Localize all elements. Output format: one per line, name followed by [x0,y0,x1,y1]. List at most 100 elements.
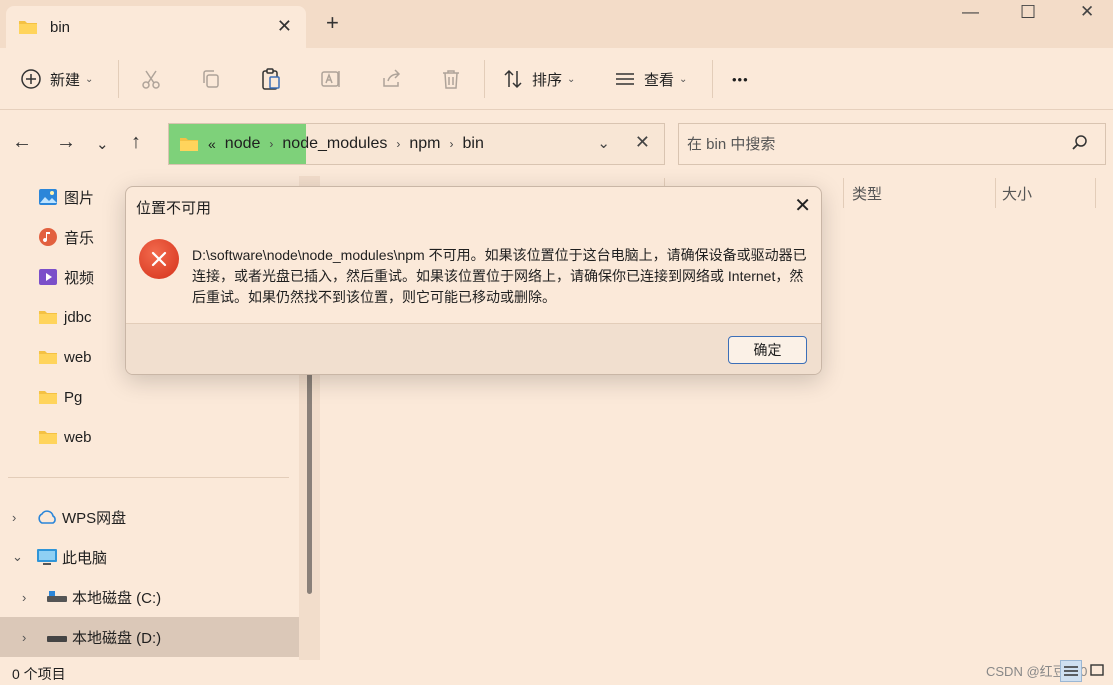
sort-label: 排序 [532,71,563,89]
sidebar-item-pg[interactable]: Pg [38,377,82,417]
sidebar-item-label: web [64,348,92,366]
breadcrumb: « node › node_modules › npm › bin [179,124,484,164]
sidebar-divider [8,477,289,478]
column-divider [1095,178,1096,208]
share-icon [383,69,401,87]
breadcrumb-node[interactable]: node [225,135,261,153]
sidebar-item-pictures[interactable]: 图片 [38,177,94,217]
sidebar-scrollbar-thumb[interactable] [307,372,312,594]
sidebar-item-label: 本地磁盘 (D:) [72,629,162,647]
paste-button[interactable] [260,48,282,110]
drive-icon [47,591,67,602]
minimize-button[interactable]: — [962,2,979,22]
address-history-chevron-icon[interactable]: ⌄ [597,134,610,152]
sidebar-item-drive-c[interactable]: › 本地磁盘 (C:) [22,577,161,617]
column-divider [843,178,844,208]
item-count: 0 个项目 [12,666,66,682]
sidebar-item-videos[interactable]: 视频 [38,257,94,297]
maximize-button[interactable]: ☐ [1020,2,1036,23]
delete-button[interactable] [440,48,462,110]
ok-button[interactable]: 确定 [728,336,807,364]
tiles-view-icon [1090,664,1104,676]
breadcrumb-separator[interactable]: › [269,137,273,151]
pictures-icon [39,189,57,205]
details-view-icon [1064,666,1078,676]
dialog-title: 位置不可用 [136,200,212,217]
rename-button[interactable] [320,48,342,110]
sidebar-item-label: 本地磁盘 (C:) [72,589,162,607]
toolbar-divider [712,60,713,98]
search-icon[interactable] [1071,134,1089,152]
sidebar-item-wps-cloud[interactable]: › WPS网盘 [12,497,126,537]
sidebar-item-label: web [64,428,92,446]
view-label: 查看 [644,71,675,89]
sidebar-item-label: Pg [64,388,83,406]
sidebar-item-label: 音乐 [64,229,95,247]
sidebar-item-label: 此电脑 [62,549,108,567]
new-tab-button[interactable]: + [326,10,339,36]
recent-locations-chevron-icon[interactable]: ⌄ [96,135,109,153]
sidebar-item-label: 视频 [64,269,95,287]
breadcrumb-bin[interactable]: bin [462,135,483,153]
location-unavailable-dialog: 位置不可用 ✕ D:\software\node\node_modules\np… [125,186,822,375]
toolbar-divider [484,60,485,98]
plus-circle-icon [21,69,41,89]
new-label: 新建 [50,71,81,89]
more-options-button[interactable]: ••• [732,48,749,110]
new-button[interactable]: 新建 ⌄ [20,48,93,110]
sidebar-item-jdbc[interactable]: jdbc [38,297,92,337]
chevron-right-icon[interactable]: › [22,630,36,645]
chevron-right-icon[interactable]: › [22,590,36,605]
copy-icon [203,70,219,88]
window-close-button[interactable]: ✕ [1080,2,1094,22]
search-input[interactable] [687,133,1057,155]
breadcrumb-node-modules[interactable]: node_modules [282,135,387,153]
sidebar-item-label: WPS网盘 [62,509,127,527]
tab-title: bin [50,18,71,36]
toolbar-divider [118,60,119,98]
sidebar-item-this-pc[interactable]: ⌄ 此电脑 [12,537,107,577]
folder-icon [39,311,57,324]
cloud-icon [38,510,56,524]
tiles-view-button[interactable] [1088,660,1108,682]
trash-icon [443,70,459,89]
breadcrumb-overflow[interactable]: « [208,136,216,152]
address-clear-icon[interactable]: ✕ [635,132,650,153]
breadcrumb-npm[interactable]: npm [409,135,440,153]
back-arrow-icon[interactable]: ← [12,131,32,154]
address-bar[interactable]: « node › node_modules › npm › bin ⌄ ✕ [168,123,665,165]
column-header-type[interactable]: 类型 [852,176,882,210]
chevron-right-icon[interactable]: › [12,510,26,525]
details-view-button[interactable] [1060,660,1082,682]
command-bar: 新建 ⌄ 排序 ⌄ 查看 ⌄ ••• [0,48,1113,110]
up-arrow-icon[interactable]: ↑ [131,131,141,154]
search-box[interactable] [678,123,1106,165]
dialog-close-button[interactable]: ✕ [794,193,811,218]
sort-button[interactable]: 排序 ⌄ [502,48,575,110]
copy-button[interactable] [200,48,222,110]
sidebar-item-label: jdbc [64,308,92,326]
tab-close-icon[interactable]: ✕ [277,16,292,37]
sidebar-item-web-2[interactable]: web [38,417,92,457]
scissors-icon [142,70,160,89]
share-button[interactable] [380,48,402,110]
sidebar-item-web[interactable]: web [38,337,92,377]
video-icon [39,269,57,285]
breadcrumb-separator[interactable]: › [449,137,453,151]
column-header-size[interactable]: 大小 [1002,176,1032,210]
list-view-icon [616,73,634,85]
music-icon [39,228,57,246]
dialog-body: D:\software\node\node_modules\npm 不可用。如果… [126,223,821,323]
chevron-down-icon[interactable]: ⌄ [12,549,26,565]
cut-button[interactable] [140,48,162,110]
sidebar-item-label: 图片 [64,189,95,207]
sidebar-item-drive-d[interactable]: › 本地磁盘 (D:) [22,617,161,657]
tab-bin[interactable]: bin ✕ [6,6,306,48]
view-button[interactable]: 查看 ⌄ [614,48,687,110]
rename-icon [321,71,340,87]
forward-arrow-icon[interactable]: → [56,131,76,154]
folder-icon [39,391,57,404]
breadcrumb-separator[interactable]: › [396,137,400,151]
sidebar-item-music[interactable]: 音乐 [38,217,94,257]
chevron-down-icon: ⌄ [85,73,94,85]
